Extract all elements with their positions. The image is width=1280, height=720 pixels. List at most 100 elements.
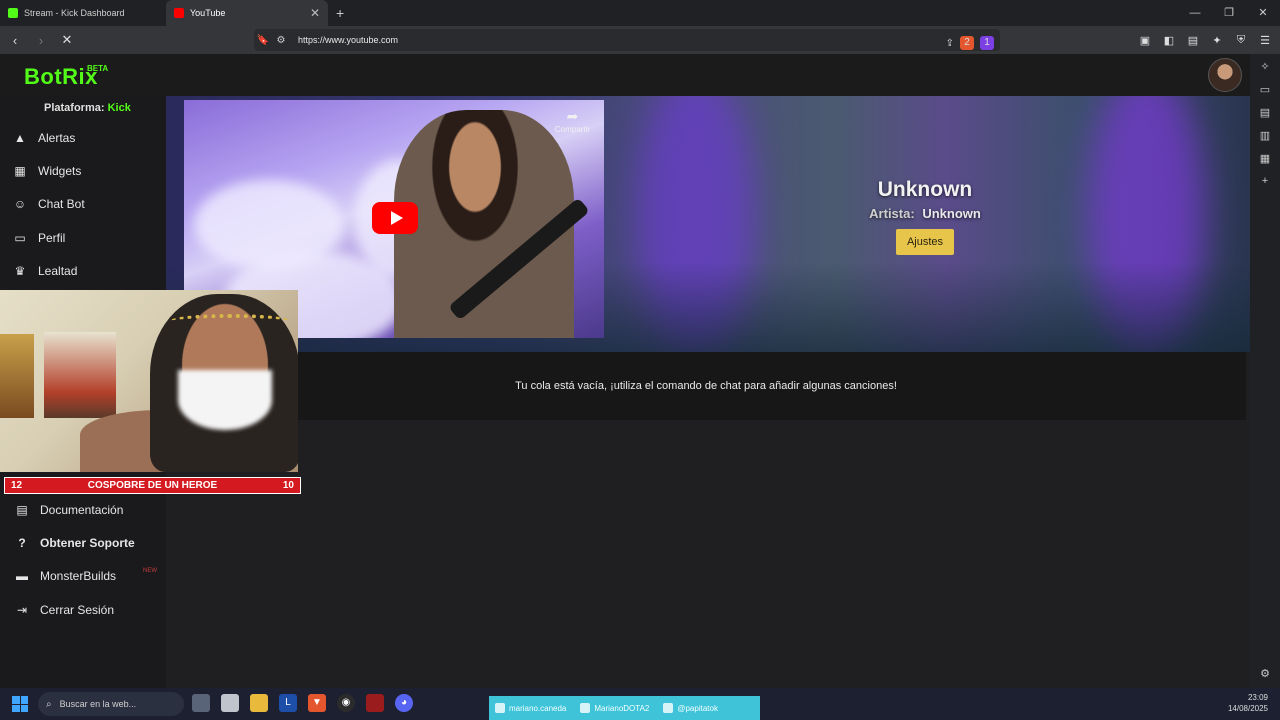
brave-rewards-icon[interactable]: 1: [980, 36, 994, 50]
restore-button[interactable]: ❐: [1212, 0, 1246, 26]
sidebar-toggle-icon[interactable]: ◧: [1160, 34, 1178, 47]
sidebar-item-documentacion[interactable]: ▤ Documentación: [14, 497, 123, 523]
discord-icon[interactable]: ◕: [395, 694, 413, 712]
sidebar-item-obtener-soporte[interactable]: ? Obtener Soporte: [14, 530, 135, 556]
tab-kick-dashboard[interactable]: Stream - Kick Dashboard: [0, 0, 166, 26]
window-controls: — ❐ ✕: [1178, 0, 1280, 26]
social-links-overlay: mariano.caneda MarianoDOTA2 @papitatok: [489, 696, 760, 720]
wallet-sidebar-icon[interactable]: ▤: [1256, 106, 1274, 119]
webcam-overlay: [0, 290, 298, 472]
app-icon[interactable]: [221, 694, 239, 712]
laptop-icon: ▬: [16, 569, 28, 583]
sidebar-item-label: Widgets: [38, 164, 82, 178]
user-avatar[interactable]: [1208, 58, 1242, 92]
minimize-button[interactable]: —: [1178, 0, 1212, 26]
new-badge: NEW: [143, 568, 157, 574]
add-panel-icon[interactable]: +: [1256, 175, 1274, 187]
wall-poster: [0, 334, 34, 418]
question-icon: ?: [18, 536, 26, 550]
sidebar-item-alertas[interactable]: ▲ Alertas: [12, 125, 75, 151]
social-label: MarianoDOTA2: [594, 703, 650, 713]
share-icon[interactable]: ⇪: [946, 38, 954, 49]
song-queue: Tu cola está vacía, ¡utiliza el comando …: [166, 352, 1246, 420]
banner-left-count: 12: [11, 480, 23, 491]
browser-tab-bar: Stream - Kick Dashboard YouTube ✕ + — ❐ …: [0, 0, 1280, 26]
sidebar-item-label: MonsterBuilds: [40, 569, 117, 583]
tv-icon[interactable]: ▭: [1256, 83, 1274, 96]
back-button[interactable]: ‹: [4, 33, 26, 48]
browser-toolbar-right: ▣ ◧ ▤ ✦ ⛨ ☰: [1136, 26, 1274, 54]
system-clock[interactable]: 23:09 14/08/2025: [1228, 692, 1268, 714]
leo-ai-icon[interactable]: ✦: [1208, 34, 1226, 47]
sidebar-item-label: Chat Bot: [38, 197, 85, 211]
windows-start-icon[interactable]: [12, 696, 28, 712]
app-l-icon[interactable]: L: [279, 694, 297, 712]
taskbar-search[interactable]: ⌕ Buscar en la web...: [38, 692, 184, 716]
song-player-hero: ➦ Compartir Unknown Artista: Unknown Aju…: [166, 96, 1250, 352]
track-artist: Artista: Unknown: [826, 206, 1024, 221]
banner-text: COSPOBRE DE UN HEROE: [87, 480, 218, 491]
trophy-icon: ♛: [14, 264, 26, 278]
site-settings-icon[interactable]: ⚙: [272, 35, 290, 46]
share-button[interactable]: ➦ Compartir: [555, 108, 590, 134]
brave-shield-icon[interactable]: 2: [960, 36, 974, 50]
social-label: @papitatok: [677, 703, 718, 713]
tab-title: Stream - Kick Dashboard: [24, 8, 125, 18]
stream-goal-banner: 12 COSPOBRE DE UN HEROE 10: [4, 477, 301, 494]
leo-ai-sidebar-icon[interactable]: ✧: [1256, 60, 1274, 73]
robot-icon: ☺: [13, 197, 27, 211]
menu-icon[interactable]: ☰: [1256, 34, 1274, 47]
sidebar-item-cerrar-sesion[interactable]: ⇥ Cerrar Sesión: [14, 597, 114, 623]
sidebar-item-chat-bot[interactable]: ☺ Chat Bot: [12, 191, 85, 217]
close-tab-icon[interactable]: ✕: [310, 6, 320, 20]
tiktok-icon: [663, 703, 674, 713]
platform-indicator: Plataforma: Kick: [44, 102, 131, 114]
track-info: Unknown Artista: Unknown Ajustes: [826, 178, 1024, 255]
close-window-button[interactable]: ✕: [1246, 0, 1280, 26]
social-instagram: mariano.caneda: [495, 703, 566, 713]
scroll-icon: ▤: [16, 503, 28, 517]
brave-browser-icon[interactable]: ▼: [308, 694, 326, 712]
platform-label: Plataforma:: [44, 102, 105, 114]
wallet-icon[interactable]: ▤: [1184, 34, 1202, 47]
forward-button[interactable]: ›: [30, 33, 52, 48]
new-tab-button[interactable]: +: [336, 5, 344, 21]
instagram-icon: [495, 703, 505, 713]
settings-button[interactable]: Ajustes: [895, 229, 955, 255]
sidebar-item-widgets[interactable]: ▦ Widgets: [12, 158, 81, 184]
bookmark-icon[interactable]: 🔖: [254, 35, 272, 46]
tab-title: YouTube: [190, 8, 226, 18]
facebook-icon: [580, 703, 591, 713]
file-explorer-icon[interactable]: [250, 694, 268, 712]
play-button[interactable]: [372, 202, 418, 234]
task-view-icon[interactable]: [192, 694, 210, 712]
dota-icon[interactable]: [366, 694, 384, 712]
track-title: Unknown: [877, 178, 973, 201]
bookmarks-icon[interactable]: ▥: [1256, 129, 1274, 142]
gear-icon[interactable]: ⚙: [1256, 667, 1274, 680]
address-bar-actions: ⇪ 2 1: [946, 32, 994, 54]
sidebar-item-lealtad[interactable]: ♛ Lealtad: [12, 258, 78, 284]
media-icon[interactable]: ▣: [1136, 34, 1154, 47]
url-text[interactable]: https://www.youtube.com: [298, 35, 398, 45]
obs-icon[interactable]: ◉: [337, 694, 355, 712]
sidebar-item-monsterbuilds[interactable]: ▬ MonsterBuilds: [14, 563, 116, 589]
banner-right-count: 10: [282, 480, 294, 491]
sidebar-item-perfil[interactable]: ▭ Perfil: [12, 225, 65, 251]
stop-loading-button[interactable]: ✕: [56, 32, 78, 48]
address-bar[interactable]: 🔖 ⚙ https://www.youtube.com ⇪ 2 1: [254, 29, 1000, 51]
sidebar-item-label: Obtener Soporte: [40, 536, 135, 550]
youtube-favicon-icon: [174, 8, 184, 18]
white-beard: [178, 370, 272, 430]
queue-empty-message: Tu cola está vacía, ¡utiliza el comando …: [515, 380, 897, 392]
reading-list-icon[interactable]: ▦: [1256, 152, 1274, 165]
vpn-icon[interactable]: ⛨: [1232, 34, 1250, 47]
platform-value: Kick: [107, 102, 131, 114]
grid-icon: ▦: [14, 164, 26, 178]
id-card-icon: ▭: [14, 231, 26, 245]
tab-youtube[interactable]: YouTube ✕: [166, 0, 328, 26]
app-header: BotRix BETA: [0, 54, 1250, 96]
search-icon: ⌕: [46, 698, 52, 710]
artist-value: Unknown: [922, 206, 981, 221]
browser-nav-bar: ‹ › ✕ 🔖 ⚙ https://www.youtube.com ⇪ 2 1 …: [0, 26, 1280, 54]
